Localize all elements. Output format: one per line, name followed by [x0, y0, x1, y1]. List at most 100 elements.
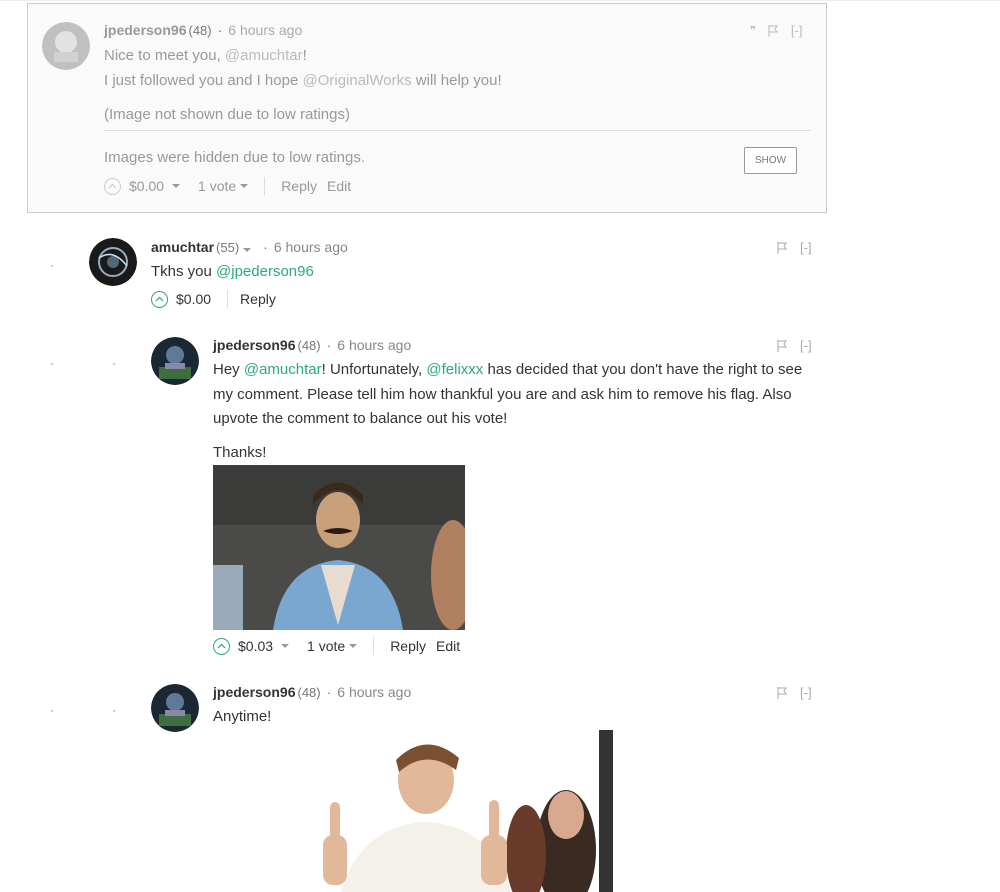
thread-indent-dot: ·: [50, 356, 54, 370]
timestamp[interactable]: 6 hours ago: [228, 22, 302, 38]
collapse-toggle[interactable]: [-]: [800, 685, 812, 700]
flag-icon[interactable]: [777, 339, 788, 352]
comment-body: Hey @amuchtar! Unfortunately, @felixxx h…: [213, 358, 813, 465]
reply-link[interactable]: Reply: [240, 291, 276, 307]
caret-down-icon[interactable]: [243, 248, 252, 252]
payout-value[interactable]: $0.00: [129, 178, 164, 194]
avatar[interactable]: [151, 337, 199, 385]
comment-paragraph: Hey @amuchtar! Unfortunately, @felixxx h…: [213, 358, 813, 432]
hidden-image-note: (Image not shown due to low ratings): [104, 106, 350, 123]
vote-count[interactable]: 1 vote: [198, 178, 236, 194]
comment-paragraph: Thanks!: [213, 443, 267, 461]
comment-header: jpederson96 (48) · 6 hours ago: [213, 684, 411, 700]
hidden-images-notice: Images were hidden due to low ratings.: [104, 149, 365, 166]
thread-indent-dot: ·: [112, 703, 116, 717]
upvote-chevron-icon: [108, 183, 117, 189]
embedded-image: [213, 465, 465, 630]
footer-separator: [264, 177, 266, 195]
author-reputation: (48): [188, 23, 212, 38]
embedded-image: [301, 730, 613, 892]
upvote-chevron-icon: [217, 643, 226, 649]
comment-header: jpederson96 (48) · 6 hours ago: [213, 337, 411, 353]
thread-indent-dot: ·: [112, 356, 116, 370]
edit-link[interactable]: Edit: [327, 178, 351, 194]
comment-header: jpederson96 (48) · 6 hours ago: [104, 22, 302, 38]
comment-tools: [-]: [777, 685, 812, 700]
author-name[interactable]: amuchtar: [151, 239, 214, 255]
footer-separator: [373, 637, 375, 655]
mention-link[interactable]: @felixxx: [426, 361, 483, 378]
reply-link[interactable]: Reply: [390, 638, 426, 654]
avatar-image: [151, 684, 199, 732]
thread-indent-dot: ·: [50, 703, 54, 717]
separator-dot: ·: [263, 239, 268, 255]
text: will help you!: [411, 71, 502, 89]
upvote-button[interactable]: [151, 290, 168, 308]
flag-icon[interactable]: [768, 24, 779, 37]
comment-footer: $0.00 Reply: [151, 290, 286, 308]
avatar-image: [151, 337, 199, 385]
comment-line: I just followed you and I hope @Original…: [104, 69, 804, 94]
separator-dot: ·: [326, 337, 332, 353]
divider: [104, 130, 811, 131]
timestamp[interactable]: 6 hours ago: [337, 684, 411, 700]
comment-collapsed-low-rating: jpederson96 (48) · 6 hours ago ❞ [-] Nic…: [27, 3, 827, 213]
text: Nice to meet you,: [104, 47, 225, 64]
caret-down-icon[interactable]: [172, 184, 181, 188]
text: Tkhs you: [151, 263, 217, 280]
text: !: [302, 47, 307, 64]
comment-tools: [-]: [777, 240, 812, 255]
collapse-toggle[interactable]: [-]: [800, 240, 812, 255]
caret-down-icon[interactable]: [240, 184, 249, 188]
flag-icon[interactable]: [777, 686, 788, 699]
collapse-toggle[interactable]: [-]: [791, 23, 803, 38]
avatar[interactable]: [42, 22, 90, 70]
text: ! Unfortunately,: [321, 361, 427, 378]
caret-down-icon[interactable]: [349, 644, 358, 648]
collapse-toggle[interactable]: [-]: [800, 338, 812, 353]
timestamp[interactable]: 6 hours ago: [337, 337, 411, 353]
gif-image-mustache-man[interactable]: [213, 465, 465, 630]
text: Hey: [213, 361, 244, 378]
mention-link[interactable]: @OriginalWorks: [302, 72, 411, 89]
upvote-button[interactable]: [213, 637, 230, 655]
avatar[interactable]: [89, 238, 137, 286]
avatar-image: [89, 238, 137, 286]
gif-image-thumbs-up[interactable]: [301, 730, 613, 892]
comment-body: Anytime!: [213, 708, 272, 725]
separator-dot: ·: [217, 22, 223, 38]
avatar-image: [42, 22, 90, 70]
avatar[interactable]: [151, 684, 199, 732]
top-divider: [0, 0, 1000, 1]
comment-tools: [-]: [777, 338, 812, 353]
timestamp[interactable]: 6 hours ago: [274, 239, 348, 255]
vote-count[interactable]: 1 vote: [307, 638, 345, 654]
mention-link[interactable]: @amuchtar: [244, 361, 322, 378]
author-reputation: (55): [216, 240, 240, 255]
comment-footer: $0.03 1 vote Reply Edit: [213, 637, 470, 655]
upvote-chevron-icon: [155, 296, 164, 302]
text: I just followed you and I hope: [104, 71, 303, 89]
caret-down-icon[interactable]: [281, 644, 290, 648]
comment-body: Tkhs you @jpederson96: [151, 260, 314, 285]
flag-icon[interactable]: [777, 241, 788, 254]
author-reputation: (48): [297, 685, 321, 700]
comment-line: Nice to meet you, @amuchtar!: [104, 44, 804, 69]
edit-link[interactable]: Edit: [436, 638, 460, 654]
thread-indent-dot: ·: [50, 258, 54, 272]
author-name[interactable]: jpederson96: [104, 22, 186, 38]
upvote-button[interactable]: [104, 177, 121, 195]
footer-separator: [227, 290, 229, 308]
payout-value[interactable]: $0.00: [176, 291, 211, 307]
reply-link[interactable]: Reply: [281, 178, 317, 194]
comment-header: amuchtar (55) · 6 hours ago: [151, 239, 348, 255]
mention-link[interactable]: @jpederson96: [216, 263, 314, 280]
payout-value[interactable]: $0.03: [238, 638, 273, 654]
quote-icon[interactable]: ❞: [750, 24, 756, 37]
author-name[interactable]: jpederson96: [213, 337, 295, 353]
author-name[interactable]: jpederson96: [213, 684, 295, 700]
author-reputation: (48): [297, 338, 321, 353]
comment-tools: ❞ [-]: [750, 23, 802, 38]
mention-link[interactable]: @amuchtar: [225, 47, 303, 64]
show-images-button[interactable]: SHOW: [744, 147, 797, 174]
